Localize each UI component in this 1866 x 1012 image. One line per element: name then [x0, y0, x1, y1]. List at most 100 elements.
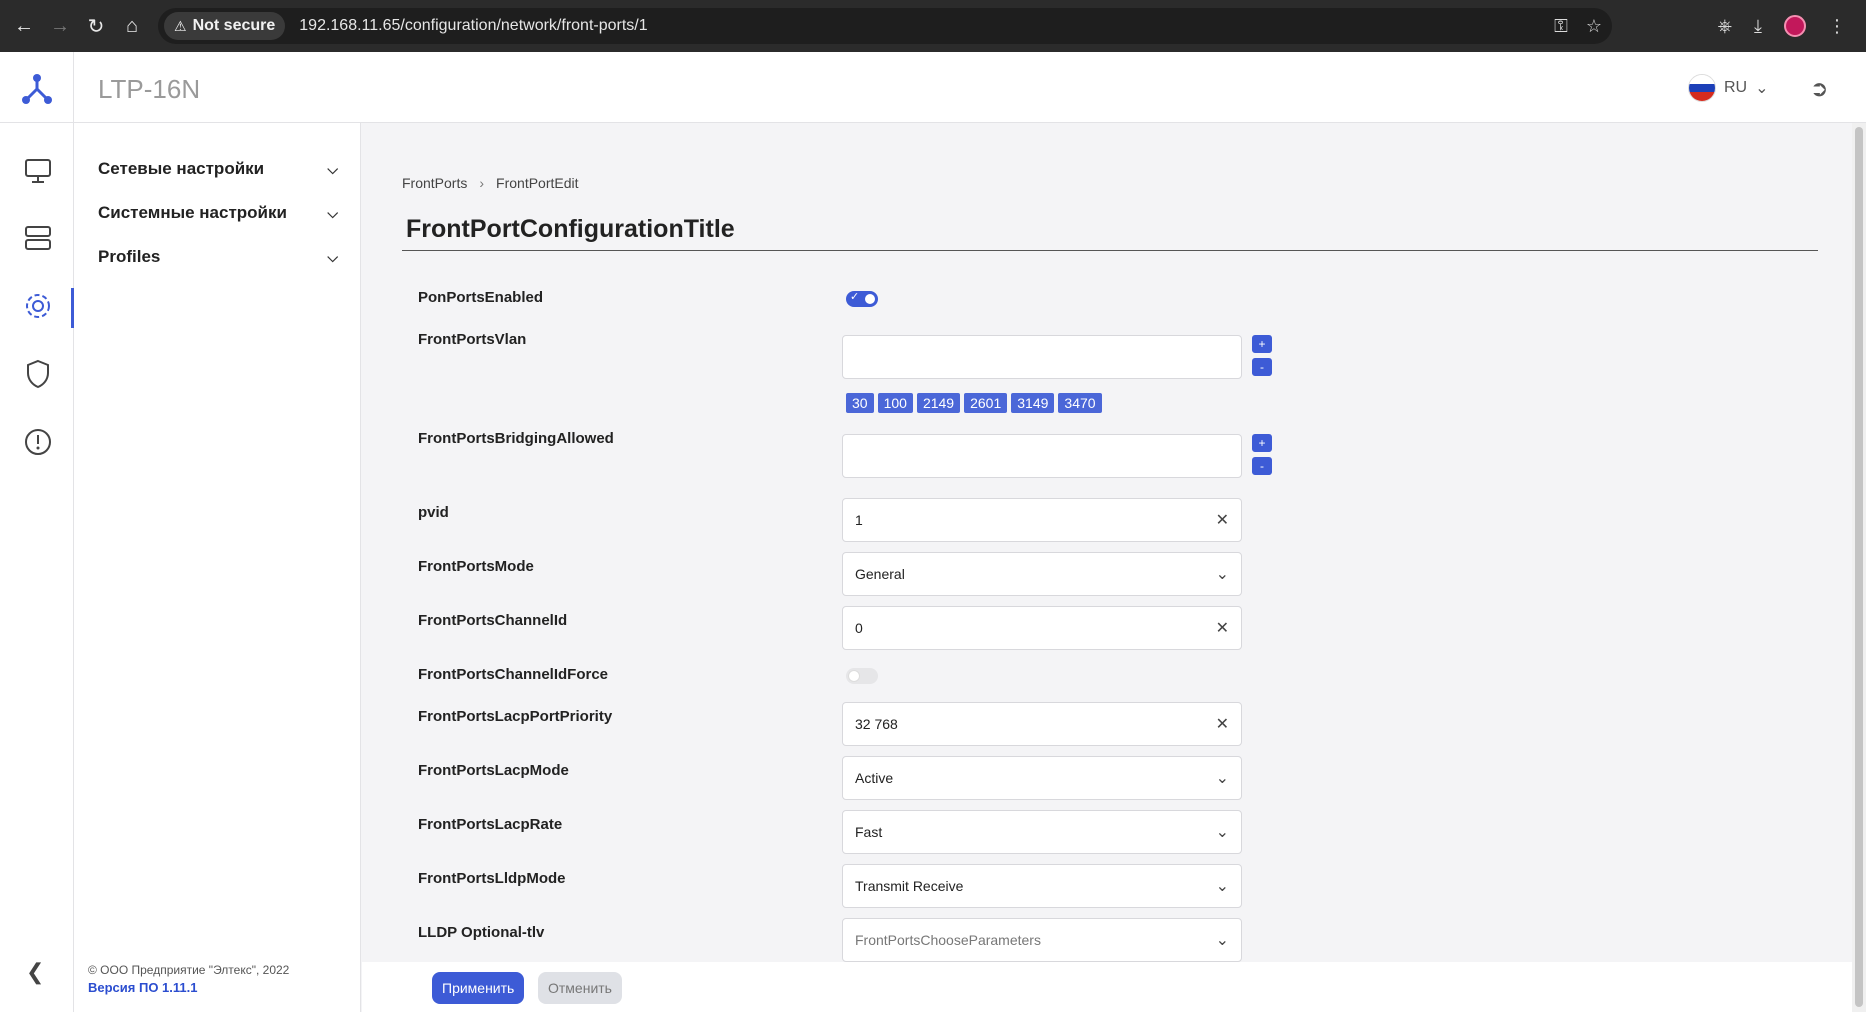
lacp-mode-value: Active [855, 770, 894, 786]
vlan-label: FrontPortsVlan [418, 331, 527, 348]
security-chip[interactable]: ⚠ Not secure [164, 12, 286, 40]
page-title: FrontPortConfigurationTitle [406, 215, 735, 243]
scrollbar-thumb[interactable] [1855, 127, 1863, 1007]
apply-button[interactable]: Применить [432, 972, 525, 1004]
menu-item-profiles[interactable]: Profiles ⌵ [98, 247, 338, 267]
mode-select[interactable]: General ⌄ [842, 552, 1242, 596]
lacp-rate-label: FrontPortsLacpRate [418, 816, 563, 833]
lldp-mode-label: FrontPortsLldpMode [418, 870, 566, 887]
action-bar: Применить Отменить [362, 962, 1852, 1012]
pvid-label: pvid [418, 504, 449, 521]
lacp-rate-select[interactable]: Fast ⌄ [842, 810, 1242, 854]
page-scrollbar[interactable] [1852, 123, 1866, 1012]
icon-rail: ❮ [0, 123, 74, 1012]
clear-icon[interactable]: ✕ [1216, 714, 1229, 734]
breadcrumb: FrontPorts › FrontPortEdit [402, 175, 579, 191]
chevron-down-icon: ⌄ [1215, 932, 1229, 949]
lacp-mode-label: FrontPortsLacpMode [418, 762, 569, 779]
bookmark-star-icon[interactable]: ☆ [1586, 16, 1602, 37]
bridging-allowed-label: FrontPortsBridgingAllowed [418, 430, 614, 447]
menu-item-system-settings[interactable]: Системные настройки ⌵ [98, 203, 338, 223]
lacp-port-priority-value: 32 768 [855, 716, 898, 732]
chevron-down-icon: ⌄ [1215, 824, 1229, 841]
address-bar[interactable]: ⚠ Not secure 192.168.11.65/configuration… [158, 8, 1612, 44]
home-icon[interactable]: ⌂ [114, 8, 150, 44]
logout-icon[interactable]: ➲ [1810, 76, 1828, 102]
channel-id-value: 0 [855, 620, 863, 636]
lacp-port-priority-input[interactable]: 32 768 ✕ [842, 702, 1242, 746]
breadcrumb-link-frontports[interactable]: FrontPorts [402, 175, 467, 191]
bridging-add-button[interactable]: + [1252, 434, 1272, 452]
collapse-sidebar-icon[interactable]: ❮ [26, 959, 44, 985]
vlan-remove-button[interactable]: - [1252, 358, 1272, 376]
channel-id-label: FrontPortsChannelId [418, 612, 568, 629]
eltex-logo-icon[interactable] [20, 72, 54, 106]
profile-avatar[interactable] [1784, 15, 1806, 37]
lacp-mode-select[interactable]: Active ⌄ [842, 756, 1242, 800]
server-icon[interactable] [18, 218, 58, 258]
toggle-knob [848, 670, 860, 682]
bridging-allowed-input[interactable] [842, 434, 1242, 478]
lldp-optional-tlv-label: LLDP Optional-tlv [418, 924, 545, 941]
lldp-optional-tlv-select[interactable]: FrontPortsChooseParameters ⌄ [842, 918, 1242, 962]
mode-value: General [855, 566, 905, 582]
password-key-icon[interactable]: ⚿ [1554, 16, 1568, 37]
download-icon[interactable]: ⤓ [1754, 16, 1762, 37]
lldp-optional-tlv-placeholder: FrontPortsChooseParameters [855, 932, 1041, 948]
chevron-down-icon: ⌄ [1215, 566, 1229, 583]
shield-icon[interactable] [18, 354, 58, 394]
security-label: Not secure [192, 17, 276, 34]
menu-item-network-settings[interactable]: Сетевые настройки ⌵ [98, 159, 338, 179]
bridging-remove-button[interactable]: - [1252, 457, 1272, 475]
extensions-icon[interactable]: ⎈ [1718, 16, 1732, 37]
alert-icon[interactable] [18, 422, 58, 462]
device-name: LTP-16N [98, 74, 201, 104]
channel-id-input[interactable]: 0 ✕ [842, 606, 1242, 650]
vlan-chip[interactable]: 100 [877, 393, 913, 413]
settings-gear-icon[interactable] [18, 286, 58, 326]
browser-toolbar: ← → ↻ ⌂ ⚠ Not secure 192.168.11.65/confi… [0, 0, 1866, 52]
pon-ports-enabled-label: PonPortsEnabled [418, 289, 544, 306]
browser-menu-icon[interactable]: ⋮ [1828, 16, 1846, 37]
url-text[interactable]: 192.168.11.65/configuration/network/fron… [299, 17, 647, 35]
pon-ports-enabled-toggle[interactable]: ✓ [846, 291, 878, 307]
pvid-input[interactable]: 1 ✕ [842, 498, 1242, 542]
clear-icon[interactable]: ✕ [1216, 510, 1229, 530]
vlan-add-button[interactable]: + [1252, 335, 1272, 353]
app-header: LTP-16N RU ⌄ ➲ [0, 52, 1866, 123]
menu-item-label: Сетевые настройки [98, 159, 265, 178]
lacp-port-priority-label: FrontPortsLacpPortPriority [418, 708, 613, 725]
menu-item-label: Profiles [98, 247, 161, 266]
chevron-down-icon: ⌵ [327, 160, 338, 177]
vlan-chip[interactable]: 30 [846, 393, 874, 413]
toggle-knob [864, 293, 876, 305]
forward-icon[interactable]: → [42, 8, 78, 44]
reload-icon[interactable]: ↻ [78, 8, 114, 44]
lldp-mode-select[interactable]: Transmit Receive ⌄ [842, 864, 1242, 908]
vlan-chip[interactable]: 3470 [1058, 393, 1102, 413]
title-divider [402, 250, 1818, 251]
lacp-rate-value: Fast [855, 824, 883, 840]
vlan-input[interactable] [842, 335, 1242, 379]
chevron-down-icon: ⌄ [1755, 80, 1769, 97]
chevron-down-icon: ⌄ [1215, 878, 1229, 895]
back-icon[interactable]: ← [6, 8, 42, 44]
settings-menu: Сетевые настройки ⌵ Системные настройки … [74, 123, 361, 1012]
breadcrumb-current: FrontPortEdit [496, 175, 579, 191]
monitor-icon[interactable] [18, 151, 58, 191]
chevron-right-icon: › [479, 175, 485, 191]
mode-label: FrontPortsMode [418, 558, 534, 575]
footer-version: Версия ПО 1.11.1 [88, 980, 198, 995]
footer-copyright: © ООО Предприятие "Элтекс", 2022 [88, 963, 290, 977]
vlan-chip[interactable]: 2601 [964, 393, 1008, 413]
menu-item-label: Системные настройки [98, 203, 287, 222]
clear-icon[interactable]: ✕ [1216, 618, 1229, 638]
channel-id-force-toggle[interactable] [846, 668, 878, 684]
language-selector[interactable]: RU ⌄ [1688, 74, 1769, 102]
vlan-chip[interactable]: 3149 [1011, 393, 1055, 413]
language-label: RU [1724, 79, 1748, 96]
cancel-button[interactable]: Отменить [538, 972, 622, 1004]
vlan-chip[interactable]: 2149 [916, 393, 961, 413]
pvid-value: 1 [855, 512, 863, 528]
chevron-down-icon: ⌵ [327, 204, 338, 221]
